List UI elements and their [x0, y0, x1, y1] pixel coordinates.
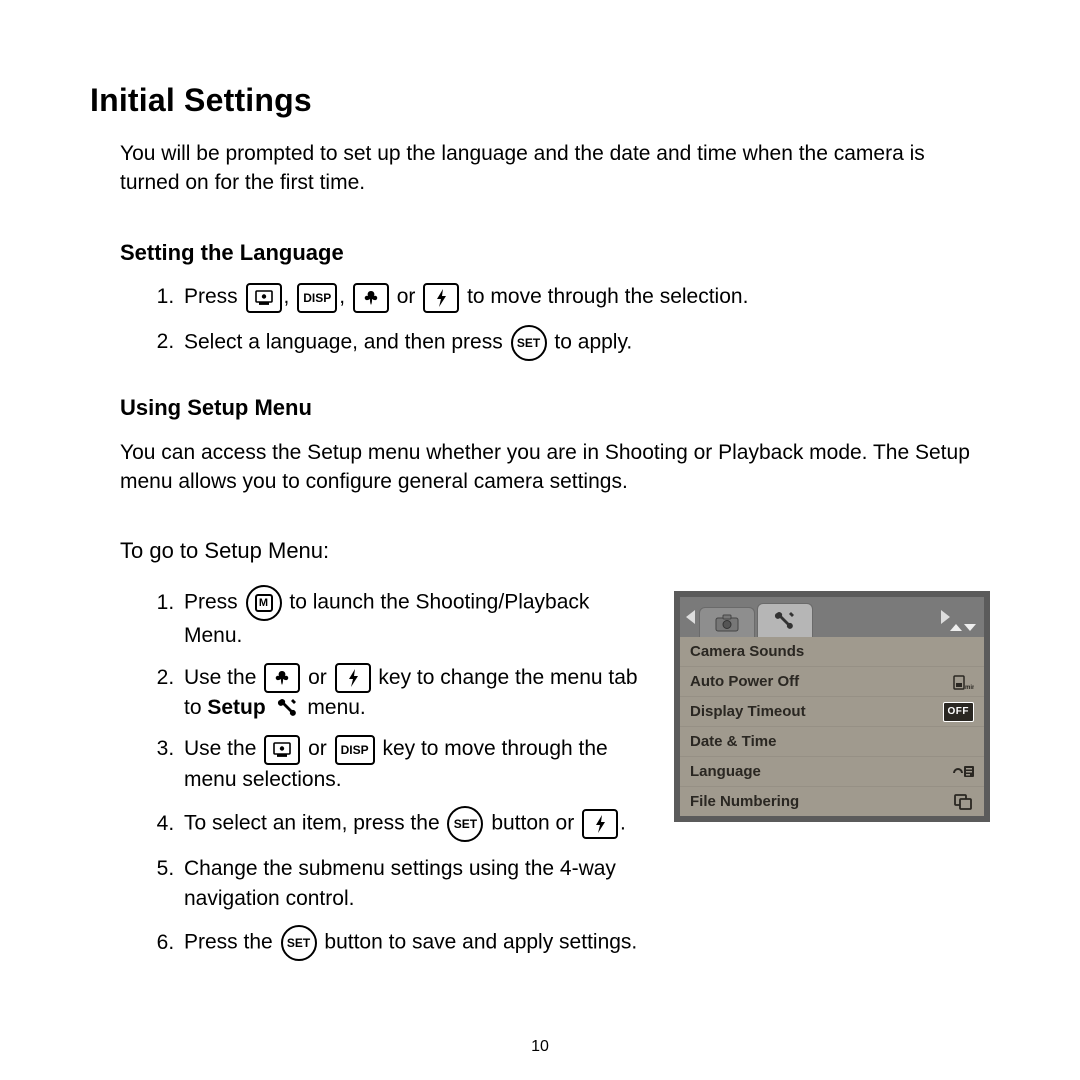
- intro-text: You will be prompted to set up the langu…: [120, 139, 990, 198]
- lcd-menu-item: Auto Power Off min: [680, 667, 984, 697]
- flash-button-icon: [335, 663, 371, 693]
- setup-step-5: Change the submenu settings using the 4-…: [180, 854, 650, 913]
- lcd-item-label: Date & Time: [690, 731, 776, 752]
- setup-wrench-icon: [274, 696, 300, 722]
- lcd-item-label: Display Timeout: [690, 701, 806, 722]
- section-heading-setup: Using Setup Menu: [120, 393, 990, 424]
- lcd-tab-bar: [680, 597, 984, 637]
- setup-step-2: Use the or key to change the menu tab to…: [180, 663, 650, 723]
- setup-step-3: Use the or DISP key to move through the …: [180, 734, 650, 794]
- lcd-menu-item: Camera Sounds: [680, 637, 984, 667]
- flash-button-icon: [582, 809, 618, 839]
- lcd-item-value-icon: [952, 793, 974, 811]
- lcd-menu-item: Display Timeout OFF: [680, 697, 984, 727]
- lcd-item-label: Language: [690, 761, 761, 782]
- macro-button-icon: [353, 283, 389, 313]
- tab-right-arrow-icon: [941, 610, 950, 624]
- set-button-icon: SET: [281, 925, 317, 961]
- page-title: Initial Settings: [90, 78, 990, 123]
- lcd-item-value-icon: min: [952, 673, 974, 691]
- lcd-item-value: OFF: [943, 702, 975, 722]
- disp-button-icon: DISP: [297, 283, 337, 313]
- menu-button-icon: M: [246, 585, 282, 621]
- setup-intro: You can access the Setup menu whether yo…: [120, 438, 990, 497]
- playback-button-icon: [264, 735, 300, 765]
- lcd-menu-item: Language: [680, 757, 984, 787]
- svg-text:min: min: [965, 685, 974, 691]
- setup-step-4: To select an item, press the SET button …: [180, 806, 650, 842]
- macro-button-icon: [264, 663, 300, 693]
- lang-step-1: Press , DISP, or to move through the sel…: [180, 282, 990, 312]
- lcd-item-label: Auto Power Off: [690, 671, 799, 692]
- lcd-item-label: Camera Sounds: [690, 641, 804, 662]
- language-steps: Press , DISP, or to move through the sel…: [152, 282, 990, 360]
- scroll-down-icon: [964, 624, 976, 631]
- disp-button-icon: DISP: [335, 735, 375, 765]
- lcd-menu-item: Date & Time: [680, 727, 984, 757]
- lcd-item-label: File Numbering: [690, 791, 799, 812]
- lcd-menu-item: File Numbering: [680, 787, 984, 816]
- setup-step-1: Press M to launch the Shooting/Playback …: [180, 585, 650, 650]
- setup-menu-screenshot: Camera Sounds Auto Power Off min Display Ti…: [674, 591, 990, 822]
- setup-steps: Press M to launch the Shooting/Playback …: [152, 585, 650, 973]
- tab-setup: [757, 603, 813, 637]
- setup-subheading: To go to Setup Menu:: [120, 536, 990, 567]
- page-number: 10: [0, 1036, 1080, 1058]
- tab-left-arrow-icon: [686, 610, 695, 624]
- setup-step-6: Press the SET button to save and apply s…: [180, 925, 650, 961]
- playback-button-icon: [246, 283, 282, 313]
- tab-camera: [699, 607, 755, 637]
- flash-button-icon: [423, 283, 459, 313]
- scroll-up-icon: [950, 624, 962, 631]
- section-heading-language: Setting the Language: [120, 238, 990, 269]
- lcd-item-value-icon: [952, 763, 974, 781]
- set-button-icon: SET: [511, 325, 547, 361]
- set-button-icon: SET: [447, 806, 483, 842]
- lang-step-2: Select a language, and then press SET to…: [180, 325, 990, 361]
